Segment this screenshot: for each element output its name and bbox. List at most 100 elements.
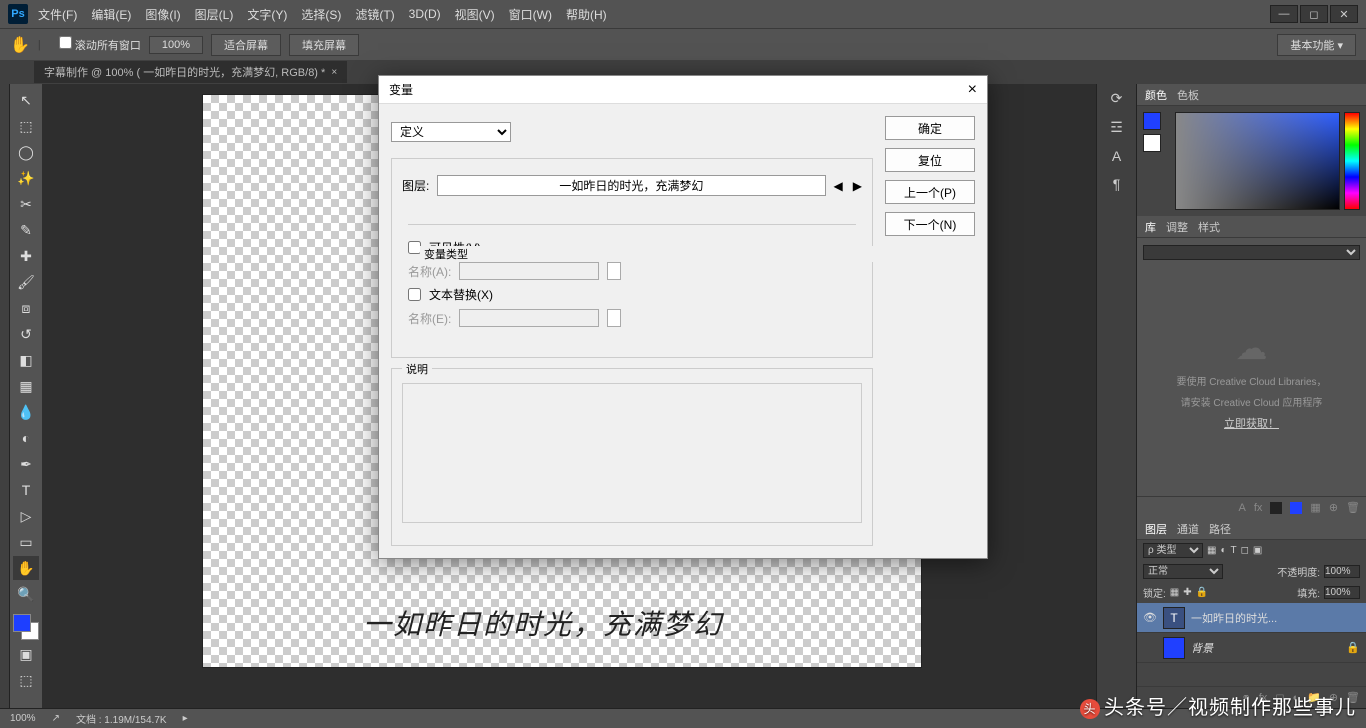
- menu-view[interactable]: 视图(V): [455, 6, 495, 23]
- healing-tool[interactable]: ✚: [13, 244, 39, 268]
- menu-type[interactable]: 文字(Y): [247, 6, 287, 23]
- hue-slider[interactable]: [1344, 112, 1360, 210]
- status-arrow-icon[interactable]: ▸: [183, 713, 188, 724]
- layer-name[interactable]: 背景: [1191, 640, 1340, 656]
- lib-icon-1[interactable]: A: [1239, 502, 1246, 514]
- eyedropper-tool[interactable]: ✎: [13, 218, 39, 242]
- lib-sw-2[interactable]: [1290, 502, 1302, 514]
- brush-tool[interactable]: 🖌: [13, 270, 39, 294]
- status-docsize[interactable]: 文档 : 1.19M/154.7K: [76, 711, 167, 726]
- history-brush-tool[interactable]: ↺: [13, 322, 39, 346]
- filter-image-icon[interactable]: ▦: [1207, 545, 1216, 556]
- stepper-e[interactable]: [607, 309, 621, 327]
- menu-image[interactable]: 图像(I): [145, 6, 180, 23]
- next-layer-icon[interactable]: ▶: [853, 179, 862, 193]
- gradient-tool[interactable]: ▦: [13, 374, 39, 398]
- status-zoom[interactable]: 100%: [10, 713, 36, 724]
- layer-filter-kind[interactable]: ρ 类型: [1143, 543, 1203, 558]
- menu-edit[interactable]: 编辑(E): [91, 6, 131, 23]
- close-button[interactable]: ✕: [1330, 5, 1358, 23]
- library-tab[interactable]: 库: [1145, 219, 1156, 235]
- name-e-input[interactable]: [459, 309, 599, 327]
- crop-tool[interactable]: ✂: [13, 192, 39, 216]
- lib-icon-2[interactable]: fx: [1254, 502, 1263, 514]
- maximize-button[interactable]: ◻: [1300, 5, 1328, 23]
- tab-close-icon[interactable]: ×: [331, 67, 337, 78]
- layers-tab[interactable]: 图层: [1145, 521, 1167, 537]
- character-icon[interactable]: A: [1112, 148, 1121, 164]
- dodge-tool[interactable]: ◐: [13, 426, 39, 450]
- color-tab[interactable]: 颜色: [1145, 87, 1167, 103]
- color-picker-field[interactable]: [1175, 112, 1340, 210]
- lock-position-icon[interactable]: ✚: [1183, 587, 1191, 598]
- dialog-close-icon[interactable]: ×: [968, 81, 977, 99]
- layer-name[interactable]: 一如昨日的时光...: [1191, 610, 1360, 626]
- visibility-toggle[interactable]: 👁: [1143, 611, 1157, 624]
- paths-tab[interactable]: 路径: [1209, 521, 1231, 537]
- layer-item[interactable]: 👁 T 一如昨日的时光...: [1137, 603, 1366, 633]
- menu-file[interactable]: 文件(F): [38, 6, 77, 23]
- menu-select[interactable]: 选择(S): [301, 6, 341, 23]
- dialog-titlebar[interactable]: 变量 ×: [379, 76, 987, 104]
- name-a-input[interactable]: [459, 262, 599, 280]
- path-tool[interactable]: ▷: [13, 504, 39, 528]
- zoom-tool[interactable]: 🔍: [13, 582, 39, 606]
- lib-sw-1[interactable]: [1270, 502, 1282, 514]
- quickmask-tool[interactable]: ▣: [13, 642, 39, 666]
- lasso-tool[interactable]: ◯: [13, 140, 39, 164]
- styles-tab[interactable]: 样式: [1198, 219, 1220, 235]
- lib-icon-3[interactable]: ▦: [1310, 501, 1320, 514]
- stepper-a[interactable]: [607, 262, 621, 280]
- lib-icon-4[interactable]: ⊕: [1329, 501, 1338, 514]
- menu-window[interactable]: 窗口(W): [509, 6, 552, 23]
- layer-item[interactable]: 背景 🔒: [1137, 633, 1366, 663]
- screenmode-tool[interactable]: ⬚: [13, 668, 39, 692]
- ok-button[interactable]: 确定: [885, 116, 975, 140]
- adjustments-tab[interactable]: 调整: [1166, 219, 1188, 235]
- wand-tool[interactable]: ✨: [13, 166, 39, 190]
- fill-input[interactable]: [1324, 586, 1360, 599]
- filter-adjust-icon[interactable]: ◐: [1220, 545, 1226, 556]
- menu-3d[interactable]: 3D(D): [409, 7, 441, 21]
- bg-swatch[interactable]: [1143, 134, 1161, 152]
- shape-tool[interactable]: ▭: [13, 530, 39, 554]
- stamp-tool[interactable]: ⧈: [13, 296, 39, 320]
- history-icon[interactable]: ⟳: [1111, 90, 1123, 107]
- blend-mode-select[interactable]: 正常: [1143, 564, 1223, 579]
- zoom-button[interactable]: 100%: [149, 36, 203, 54]
- menu-filter[interactable]: 滤镜(T): [355, 6, 394, 23]
- reset-button[interactable]: 复位: [885, 148, 975, 172]
- swatches-tab[interactable]: 色板: [1177, 87, 1199, 103]
- document-tab[interactable]: 字幕制作 @ 100% ( 一如昨日的时光，充满梦幻, RGB/8) * ×: [34, 61, 347, 83]
- menu-layer[interactable]: 图层(L): [195, 6, 234, 23]
- library-select[interactable]: [1143, 245, 1360, 260]
- filter-type-icon[interactable]: T: [1231, 545, 1237, 556]
- type-tool[interactable]: T: [13, 478, 39, 502]
- text-replace-checkbox[interactable]: [408, 288, 421, 301]
- definition-select[interactable]: 定义: [391, 122, 511, 142]
- marquee-tool[interactable]: ⬚: [13, 114, 39, 138]
- workspace-button[interactable]: 基本功能 ▾: [1277, 34, 1356, 56]
- hand-tool[interactable]: ✋: [13, 556, 39, 580]
- color-swatch[interactable]: [13, 614, 39, 640]
- foreground-color[interactable]: [13, 614, 31, 632]
- minimize-button[interactable]: —: [1270, 5, 1298, 23]
- fill-screen-button[interactable]: 填充屏幕: [289, 34, 359, 56]
- lock-all-icon[interactable]: 🔒: [1196, 587, 1208, 598]
- export-icon[interactable]: ↗: [52, 713, 60, 724]
- prev-layer-icon[interactable]: ◀: [834, 179, 843, 193]
- opacity-input[interactable]: [1324, 565, 1360, 578]
- paragraph-icon[interactable]: ¶: [1113, 176, 1121, 192]
- scroll-all-checkbox[interactable]: 滚动所有窗口: [59, 36, 141, 53]
- fg-swatch[interactable]: [1143, 112, 1161, 130]
- get-now-link[interactable]: 立即获取！: [1224, 415, 1279, 431]
- lib-trash-icon[interactable]: 🗑: [1346, 501, 1360, 514]
- collapsed-panel[interactable]: [0, 84, 10, 708]
- fit-screen-button[interactable]: 适合屏幕: [211, 34, 281, 56]
- prev-button[interactable]: 上一个(P): [885, 180, 975, 204]
- filter-smart-icon[interactable]: ▣: [1253, 545, 1262, 556]
- move-tool[interactable]: ↖: [13, 88, 39, 112]
- properties-icon[interactable]: ☲: [1110, 119, 1123, 136]
- pen-tool[interactable]: ✒: [13, 452, 39, 476]
- filter-shape-icon[interactable]: ◻: [1241, 545, 1249, 556]
